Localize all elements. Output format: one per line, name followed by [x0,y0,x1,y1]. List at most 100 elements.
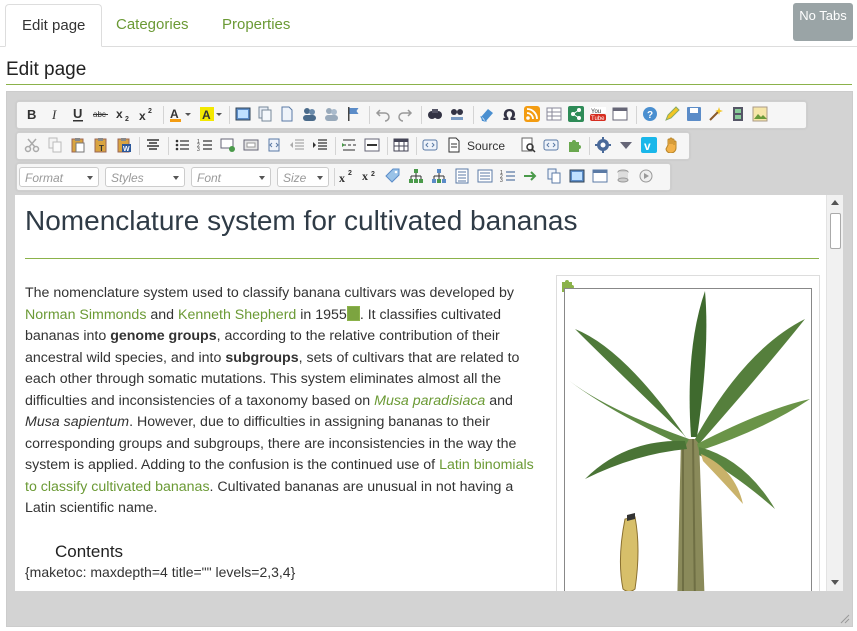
div-container-icon[interactable] [243,137,259,153]
superscript-alt-button[interactable]: x2 [339,168,355,184]
film-icon[interactable] [730,106,746,122]
size-select[interactable]: Size [277,167,329,187]
window-icon[interactable] [612,106,628,122]
replace-icon[interactable] [449,106,465,122]
page-break-icon[interactable] [341,137,357,153]
indent-icon[interactable] [312,137,328,153]
outdent-icon[interactable] [289,137,305,153]
media-play-icon[interactable] [638,168,654,184]
tab-properties[interactable]: Properties [206,4,306,45]
paste-word-icon[interactable]: W [116,137,132,153]
svg-text:U: U [73,106,82,121]
editor-scrollbar[interactable] [826,195,843,591]
block-icon[interactable] [220,137,236,153]
dropdown-arrow-icon[interactable] [618,137,634,153]
image-icon[interactable] [235,106,251,122]
link-musa-paradisiaca[interactable]: Musa paradisiaca [374,393,485,409]
eraser-icon[interactable] [479,106,495,122]
plugin-icon[interactable] [566,137,582,153]
bulleted-list-icon[interactable] [174,137,190,153]
list-page-icon[interactable] [454,168,470,184]
banana-figure[interactable] [556,275,820,591]
toolbar-separator [421,106,422,124]
scroll-up-icon[interactable] [831,200,839,205]
document-icon[interactable] [279,106,295,122]
scroll-down-icon[interactable] [831,580,839,585]
background-color-button[interactable]: A [200,106,224,122]
inline-plugin-icon[interactable] [346,305,360,321]
bold-button[interactable]: B [24,106,40,122]
source-code-icon[interactable] [422,137,438,153]
align-center-icon[interactable] [145,137,161,153]
toolbar-separator [473,106,474,124]
svg-text:x: x [339,171,345,184]
subscript-alt-button[interactable]: x2 [362,168,378,184]
styles-select[interactable]: Styles [105,167,185,187]
copy-file-icon[interactable] [546,168,562,184]
tab-edit-page[interactable]: Edit page [5,4,103,47]
source-document-icon[interactable] [446,137,462,153]
paste-text-icon[interactable]: T [93,137,109,153]
copy-icon[interactable] [47,137,63,153]
font-select[interactable]: Font [191,167,271,187]
resize-handle-icon[interactable] [840,614,850,624]
arrow-right-icon[interactable] [523,168,539,184]
banana-plant-illustration [567,291,810,591]
find-icon[interactable] [427,106,443,122]
text-segment: in 1955 [296,306,347,323]
sitemap-icon[interactable] [408,168,424,184]
link-norman-simmonds[interactable]: Norman Simmonds [25,307,146,323]
image-box-icon[interactable] [569,168,585,184]
hand-icon[interactable] [664,137,680,153]
youtube-icon[interactable]: You Tube [590,106,606,122]
strikethrough-button[interactable]: abc [93,106,109,122]
tab-categories[interactable]: Categories [100,4,205,45]
format-select[interactable]: Format [19,167,99,187]
redo-button[interactable] [397,106,413,122]
special-char-icon[interactable]: Ω [502,106,518,122]
svg-text:A: A [202,108,211,122]
save-icon[interactable] [686,106,702,122]
italic-button[interactable]: I [47,106,63,122]
horizontal-rule-icon[interactable] [364,137,380,153]
share-icon[interactable] [568,106,584,122]
picture-icon[interactable] [752,106,768,122]
subscript-button[interactable]: x2 [116,106,132,122]
text-color-button[interactable]: A [169,106,193,122]
paste-icon[interactable] [70,137,86,153]
cut-icon[interactable] [24,137,40,153]
scroll-thumb[interactable] [830,213,841,249]
magic-wand-icon[interactable] [708,106,724,122]
copy-page-icon[interactable] [257,106,273,122]
no-tabs-button[interactable]: No Tabs [793,3,853,41]
edit-pencil-icon[interactable] [664,106,680,122]
form-icon[interactable] [477,168,493,184]
table-icon[interactable] [393,137,409,153]
tag-icon[interactable] [385,168,401,184]
svg-text:I: I [51,107,57,122]
structure-icon[interactable] [431,168,447,184]
vimeo-icon[interactable]: v [641,137,657,153]
numbered-list-icon[interactable]: 123 [197,137,213,153]
editor-content[interactable]: Nomenclature system for cultivated banan… [15,195,826,591]
people-icon[interactable] [301,106,317,122]
code-icon[interactable] [543,137,559,153]
source-button[interactable]: Source [467,136,505,156]
settings-gear-icon[interactable] [595,137,611,153]
help-icon[interactable]: ? [642,106,658,122]
users-icon[interactable] [323,106,339,122]
ordered-list-icon[interactable]: 123 [500,168,516,184]
grid-icon[interactable] [592,168,608,184]
database-icon[interactable] [615,168,631,184]
svg-text:W: W [123,146,130,153]
superscript-button[interactable]: x2 [139,106,155,122]
underline-button[interactable]: U [70,106,86,122]
code-block-icon[interactable] [266,137,282,153]
link-kenneth-shepherd[interactable]: Kenneth Shepherd [178,307,296,323]
table-grid-icon[interactable] [546,106,562,122]
rss-icon[interactable] [524,106,540,122]
undo-button[interactable] [375,106,391,122]
svg-text:A: A [170,107,179,121]
flag-icon[interactable] [345,106,361,122]
preview-icon[interactable] [520,137,536,153]
